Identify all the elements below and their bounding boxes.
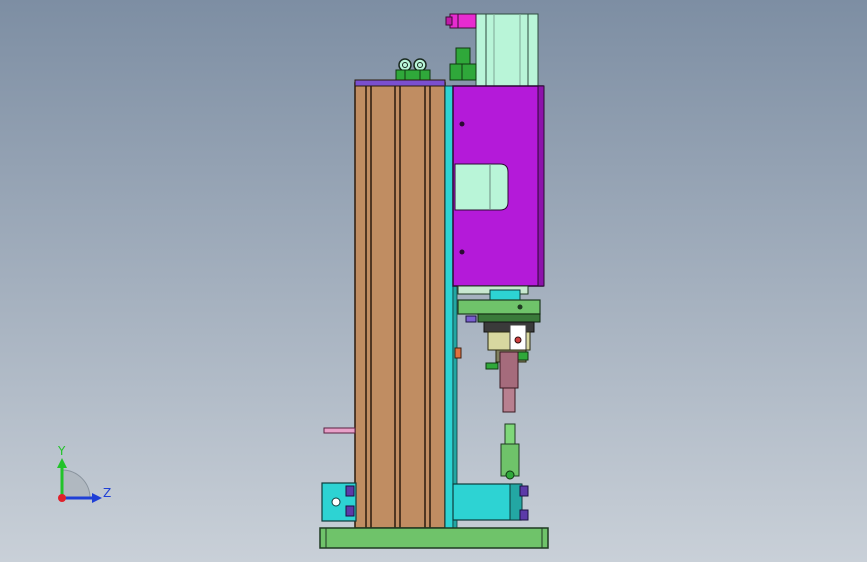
base-plate[interactable] — [319, 527, 549, 549]
mounting-plate[interactable] — [457, 285, 541, 323]
side-pin[interactable] — [323, 427, 356, 434]
upper-tool-rod[interactable] — [499, 351, 519, 413]
triad-origin — [58, 494, 66, 502]
air-fitting-magenta[interactable] — [445, 13, 477, 29]
motor-access-window[interactable] — [454, 163, 509, 211]
z-axis-label: Z — [103, 486, 111, 500]
air-cylinder[interactable] — [475, 13, 539, 87]
lower-fixture[interactable] — [452, 483, 529, 521]
y-axis-label: Y — [57, 444, 66, 458]
rail-stop-bolt[interactable] — [454, 347, 462, 359]
cad-viewport[interactable]: Y Z — [0, 0, 867, 562]
left-bracket[interactable] — [321, 482, 357, 522]
cad-model-view: Y Z — [0, 0, 867, 562]
main-column[interactable] — [354, 79, 446, 529]
